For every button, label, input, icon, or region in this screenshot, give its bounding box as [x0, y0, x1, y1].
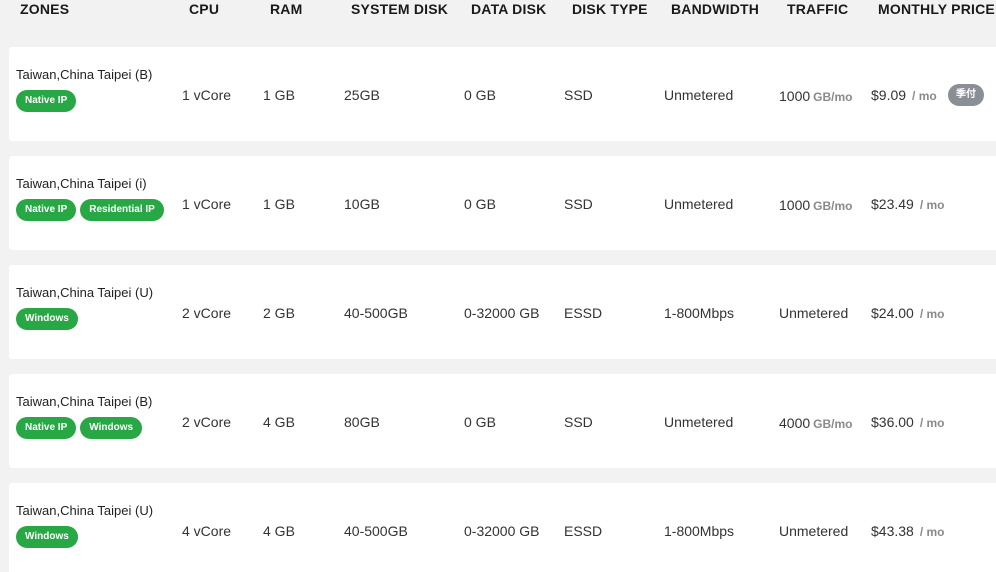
data-disk-value: 0 GB — [464, 414, 496, 430]
header-zones: ZONES — [20, 1, 70, 17]
system-disk-value: 80GB — [344, 414, 380, 430]
disk-type-value: SSD — [564, 196, 593, 212]
bandwidth-value: Unmetered — [664, 414, 734, 430]
bandwidth-value: Unmetered — [664, 196, 734, 212]
table-row[interactable]: Taiwan,China Taipei (i) Native IP Reside… — [9, 156, 996, 250]
tag-windows: Windows — [16, 308, 78, 330]
header-ram: RAM — [270, 1, 303, 17]
traffic-unit: GB/mo — [813, 90, 853, 104]
zone-name: Taiwan,China Taipei (B) — [16, 394, 153, 409]
cpu-value: 2 vCore — [182, 305, 232, 321]
table-row[interactable]: Taiwan,China Taipei (U) Windows 4 vCore … — [9, 483, 996, 572]
traffic-cell: 1000 GB/mo — [779, 88, 853, 104]
price-value: $43.38 — [871, 523, 914, 539]
traffic-cell: 1000 GB/mo — [779, 197, 853, 213]
zone-name: Taiwan,China Taipei (B) — [16, 67, 153, 82]
header-disk-type: DISK TYPE — [572, 1, 648, 17]
price-unit: / mo — [912, 89, 937, 103]
ram-value: 4 GB — [263, 523, 295, 539]
header-traffic: TRAFFIC — [787, 1, 849, 17]
header-cpu: CPU — [189, 1, 220, 17]
tag-native-ip: Native IP — [16, 199, 77, 221]
traffic-value: Unmetered — [779, 305, 849, 321]
system-disk-value: 25GB — [344, 87, 380, 103]
zone-tags: Windows — [16, 526, 78, 548]
price-value: $23.49 — [871, 196, 914, 212]
table-row[interactable]: Taiwan,China Taipei (B) Native IP 1 vCor… — [9, 47, 996, 141]
table-row[interactable]: Taiwan,China Taipei (B) Native IP Window… — [9, 374, 996, 468]
price-cell: $24.00 / mo — [871, 305, 945, 321]
traffic-value: Unmetered — [779, 523, 849, 539]
zone-name: Taiwan,China Taipei (U) — [16, 285, 154, 300]
price-cell: $9.09 / mo — [871, 87, 937, 103]
zone-tags: Native IP — [16, 90, 77, 112]
bandwidth-value: 1-800Mbps — [664, 523, 735, 539]
zone-name: Taiwan,China Taipei (U) — [16, 503, 154, 518]
ram-value: 1 GB — [263, 196, 295, 212]
traffic-unit: GB/mo — [813, 199, 853, 213]
header-bandwidth: BANDWIDTH — [671, 1, 760, 17]
price-unit: / mo — [919, 416, 945, 430]
zone-tags: Native IP Residential IP — [16, 199, 164, 221]
cpu-value: 2 vCore — [182, 414, 232, 430]
tag-windows: Windows — [16, 526, 78, 548]
bandwidth-value: Unmetered — [664, 87, 734, 103]
zone-name: Taiwan,China Taipei (i) — [16, 176, 147, 191]
traffic-cell: 4000 GB/mo — [779, 415, 853, 431]
bandwidth-value: 1-800Mbps — [664, 305, 735, 321]
disk-type-value: ESSD — [564, 523, 603, 539]
cpu-value: 1 vCore — [182, 87, 232, 103]
price-value: $36.00 — [871, 414, 914, 430]
price-value: $24.00 — [871, 305, 914, 321]
price-unit: / mo — [919, 307, 945, 321]
tag-native-ip: Native IP — [16, 90, 77, 112]
billing-badge: 季付 — [948, 84, 984, 106]
pricing-page: ZONES CPU RAM SYSTEM DISK DATA DISK DISK… — [0, 0, 996, 572]
traffic-value: 1000 — [779, 197, 811, 213]
ram-value: 1 GB — [263, 87, 295, 103]
traffic-cell: Unmetered — [779, 305, 848, 321]
system-disk-value: 40-500GB — [344, 523, 408, 539]
traffic-value: 4000 — [779, 415, 811, 431]
data-disk-value: 0-32000 GB — [464, 523, 540, 539]
zone-tags: Windows — [16, 308, 78, 330]
zone-tags: Native IP Windows — [16, 417, 143, 439]
disk-type-value: SSD — [564, 414, 593, 430]
tag-windows: Windows — [80, 417, 143, 439]
price-cell: $23.49 / mo — [871, 196, 945, 212]
price-unit: / mo — [919, 198, 945, 212]
data-disk-value: 0 GB — [464, 196, 496, 212]
disk-type-value: ESSD — [564, 305, 603, 321]
price-unit: / mo — [919, 525, 945, 539]
price-value: $9.09 — [871, 87, 907, 103]
data-disk-value: 0-32000 GB — [464, 305, 540, 321]
ram-value: 2 GB — [263, 305, 295, 321]
traffic-value: 1000 — [779, 88, 811, 104]
table-row[interactable]: Taiwan,China Taipei (U) Windows 2 vCore … — [9, 265, 996, 359]
system-disk-value: 10GB — [344, 196, 380, 212]
header-system-disk: SYSTEM DISK — [351, 1, 449, 17]
disk-type-value: SSD — [564, 87, 593, 103]
cpu-value: 1 vCore — [182, 196, 232, 212]
cpu-value: 4 vCore — [182, 523, 232, 539]
ram-value: 4 GB — [263, 414, 295, 430]
tag-native-ip: Native IP — [16, 417, 77, 439]
price-cell: $36.00 / mo — [871, 414, 945, 430]
system-disk-value: 40-500GB — [344, 305, 408, 321]
data-disk-value: 0 GB — [464, 87, 496, 103]
header-data-disk: DATA DISK — [471, 1, 547, 17]
header-monthly-price: MONTHLY PRICE — [878, 1, 995, 17]
price-cell: $43.38 / mo — [871, 523, 945, 539]
traffic-unit: GB/mo — [813, 417, 853, 431]
table-header: ZONES CPU RAM SYSTEM DISK DATA DISK DISK… — [0, 0, 996, 20]
tag-residential-ip: Residential IP — [80, 199, 164, 221]
traffic-cell: Unmetered — [779, 523, 848, 539]
